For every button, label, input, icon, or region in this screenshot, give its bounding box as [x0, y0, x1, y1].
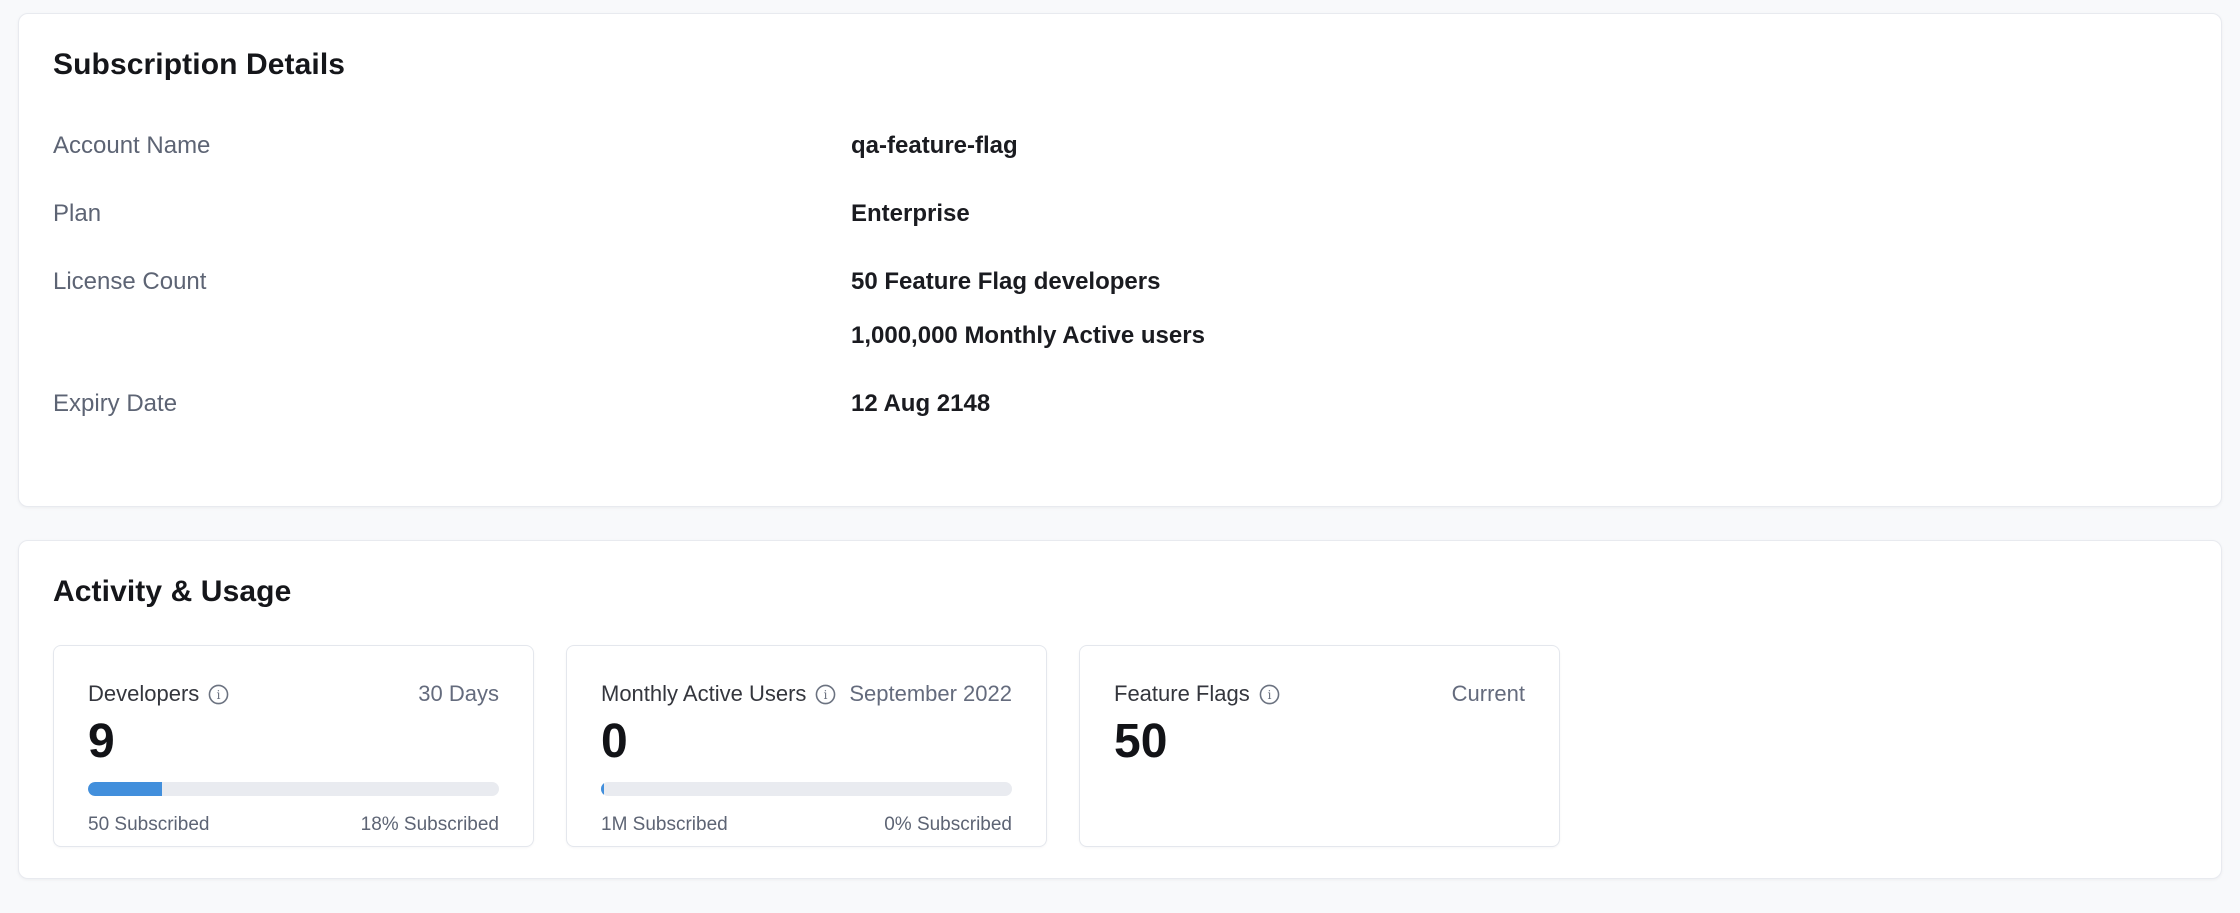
subscribed-count-label: 50 Subscribed	[88, 814, 209, 836]
detail-value: qa-feature-flag	[851, 134, 1018, 158]
stat-card-developers: Developers i 30 Days 9 50 Subscribed 18%…	[53, 645, 534, 847]
detail-row-account-name: Account Name qa-feature-flag	[53, 134, 2187, 158]
progress-bar	[88, 782, 499, 796]
detail-label: Plan	[53, 202, 851, 226]
stat-label: Developers	[88, 682, 199, 706]
detail-label: Expiry Date	[53, 392, 851, 416]
progress-bar	[601, 782, 1012, 796]
subscribed-percent-label: 18% Subscribed	[361, 814, 499, 836]
stat-period: Current	[1452, 682, 1525, 706]
detail-value: 12 Aug 2148	[851, 392, 990, 416]
info-icon[interactable]: i	[1259, 684, 1280, 705]
stat-period: 30 Days	[418, 682, 499, 706]
progress-bar-fill	[88, 782, 162, 796]
detail-row-expiry-date: Expiry Date 12 Aug 2148	[53, 392, 2187, 416]
subscribed-percent-label: 0% Subscribed	[884, 814, 1012, 836]
stat-card-row: Developers i 30 Days 9 50 Subscribed 18%…	[53, 645, 2187, 847]
detail-row-license-count: License Count 50 Feature Flag developers…	[53, 270, 2187, 348]
stat-card-feature-flags: Feature Flags i Current 50	[1079, 645, 1560, 847]
info-icon[interactable]: i	[208, 684, 229, 705]
subscription-details-title: Subscription Details	[53, 48, 2187, 82]
svg-text:i: i	[1267, 686, 1271, 701]
stat-value: 9	[88, 718, 499, 766]
progress-bar-fill	[601, 782, 604, 796]
detail-value: 50 Feature Flag developers	[851, 270, 1205, 294]
detail-label: Account Name	[53, 134, 851, 158]
detail-row-plan: Plan Enterprise	[53, 202, 2187, 226]
info-icon[interactable]: i	[815, 684, 836, 705]
stat-period: September 2022	[849, 682, 1012, 706]
stat-card-monthly-active-users: Monthly Active Users i September 2022 0 …	[566, 645, 1047, 847]
subscribed-count-label: 1M Subscribed	[601, 814, 728, 836]
stat-value: 0	[601, 718, 1012, 766]
activity-usage-card: Activity & Usage Developers i 30 Days 9 …	[18, 540, 2222, 879]
subscription-details-card: Subscription Details Account Name qa-fea…	[18, 13, 2222, 507]
detail-value: 1,000,000 Monthly Active users	[851, 324, 1205, 348]
activity-usage-title: Activity & Usage	[53, 575, 2187, 609]
stat-label: Monthly Active Users	[601, 682, 806, 706]
stat-value: 50	[1114, 718, 1525, 766]
svg-text:i: i	[824, 686, 828, 701]
svg-text:i: i	[217, 686, 221, 701]
detail-label: License Count	[53, 270, 851, 294]
stat-label: Feature Flags	[1114, 682, 1250, 706]
detail-value: Enterprise	[851, 202, 970, 226]
